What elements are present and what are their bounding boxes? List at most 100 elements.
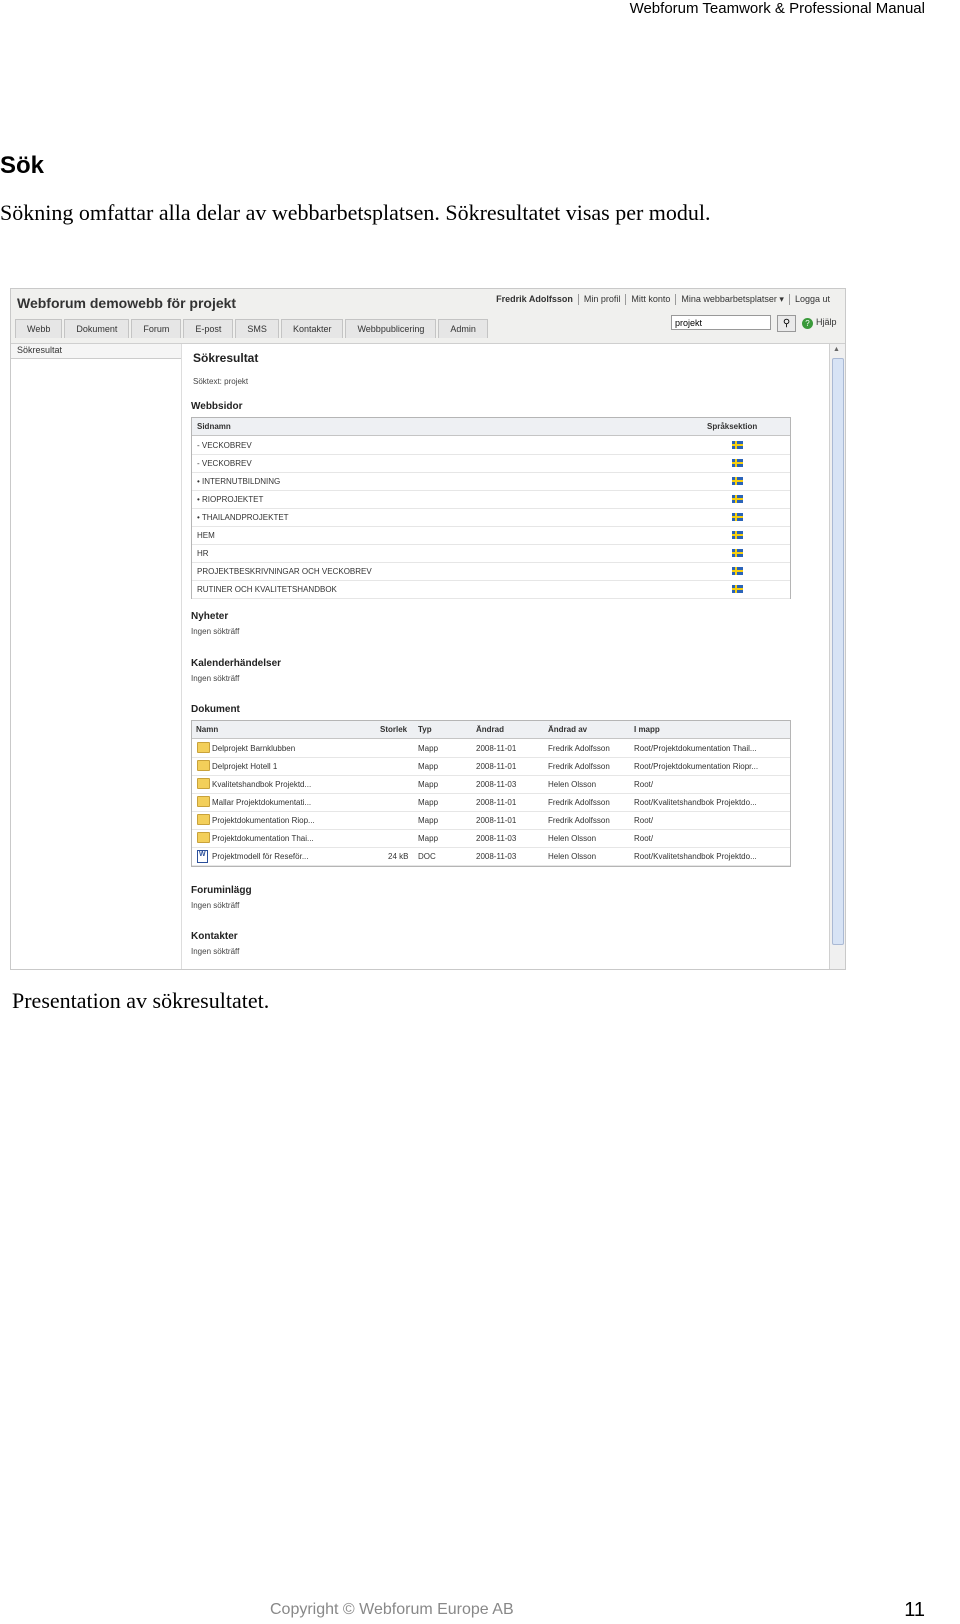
document-changed: 2008-11-01 bbox=[476, 744, 517, 753]
document-name[interactable]: Projektmodell för Reseför... bbox=[212, 852, 308, 861]
document-folder: Root/ bbox=[634, 834, 654, 843]
folder-icon bbox=[197, 814, 210, 825]
forum-note: Ingen sökträff bbox=[191, 901, 240, 910]
col-storlek[interactable]: Storlek bbox=[380, 725, 407, 734]
table-row[interactable]: Projektdokumentation Riop... Mapp 2008-11-… bbox=[192, 811, 790, 830]
left-nav-item-sokresultat[interactable]: Sökresultat bbox=[17, 345, 62, 355]
table-row[interactable]: RUTINER OCH KVALITETSHANDBOK bbox=[192, 580, 790, 599]
screenshot-window: Webforum demowebb för projekt Fredrik Ad… bbox=[10, 288, 846, 970]
col-andrad-av[interactable]: Ändrad av bbox=[548, 725, 587, 734]
col-i-mapp[interactable]: I mapp bbox=[634, 725, 660, 734]
my-account-link[interactable]: Mitt konto bbox=[625, 294, 675, 305]
col-spraksektion[interactable]: Språksektion bbox=[707, 422, 757, 431]
swedish-flag-icon bbox=[732, 459, 743, 467]
document-changed-by: Fredrik Adolfsson bbox=[548, 798, 610, 807]
scroll-up-icon[interactable]: ▲ bbox=[833, 346, 840, 353]
document-folder: Root/ bbox=[634, 816, 654, 825]
document-folder: Root/Kvalitetshandbok Projektdo... bbox=[634, 852, 757, 861]
table-row[interactable]: • THAILANDPROJEKTET bbox=[192, 508, 790, 527]
document-name[interactable]: Delprojekt Barnklubben bbox=[212, 744, 295, 753]
tab-epost[interactable]: E-post bbox=[183, 319, 234, 338]
kalender-note: Ingen sökträff bbox=[191, 674, 240, 683]
webbsidor-table: Sidnamn Språksektion - VECKOBREV - VECKOB… bbox=[191, 417, 791, 599]
tab-webb[interactable]: Webb bbox=[15, 319, 63, 338]
col-typ[interactable]: Typ bbox=[418, 725, 432, 734]
page-link[interactable]: - VECKOBREV bbox=[197, 441, 252, 450]
table-row[interactable]: Delprojekt Barnklubben Mapp 2008-11-01 Fred… bbox=[192, 739, 790, 758]
swedish-flag-icon bbox=[732, 477, 743, 485]
page-link[interactable]: HEM bbox=[197, 531, 215, 540]
page-link[interactable]: • THAILANDPROJEKTET bbox=[197, 513, 289, 522]
tab-dokument[interactable]: Dokument bbox=[64, 319, 130, 338]
user-name-link[interactable]: Fredrik Adolfsson bbox=[491, 294, 578, 305]
table-row[interactable]: PROJEKTBESKRIVNINGAR OCH VECKOBREV bbox=[192, 562, 790, 581]
table-row[interactable]: Delprojekt Hotell 1 Mapp 2008-11-01 Fredrik… bbox=[192, 757, 790, 776]
dokument-header-row: Namn Storlek Typ Ändrad Ändrad av I mapp bbox=[192, 721, 790, 739]
table-row[interactable]: Projektmodell för Reseför... 24 kB DOC 2008… bbox=[192, 847, 790, 866]
search-icon: ⚲ bbox=[782, 318, 791, 329]
document-changed-by: Fredrik Adolfsson bbox=[548, 816, 610, 825]
document-type: Mapp bbox=[418, 816, 439, 825]
document-name[interactable]: Projektdokumentation Riop... bbox=[212, 816, 315, 825]
document-changed-by: Fredrik Adolfsson bbox=[548, 744, 610, 753]
tab-sms[interactable]: SMS bbox=[235, 319, 279, 338]
vertical-scrollbar[interactable]: ▲ bbox=[829, 344, 845, 969]
page-link[interactable]: RUTINER OCH KVALITETSHANDBOK bbox=[197, 585, 337, 594]
my-workspaces-dropdown[interactable]: Mina webbarbetsplatser ▾ bbox=[675, 294, 789, 305]
table-row[interactable]: • INTERNUTBILDNING bbox=[192, 472, 790, 491]
tab-admin[interactable]: Admin bbox=[438, 319, 488, 338]
document-changed-by: Fredrik Adolfsson bbox=[548, 762, 610, 771]
figure-caption: Presentation av sökresultatet. bbox=[12, 988, 270, 1013]
tab-webbpublicering[interactable]: Webbpublicering bbox=[345, 319, 437, 338]
page-link[interactable]: • RIOPROJEKTET bbox=[197, 495, 263, 504]
document-folder: Root/Projektdokumentation Thail... bbox=[634, 744, 757, 753]
app-title: Webforum demowebb för projekt bbox=[17, 295, 237, 311]
main-tabs: Webb Dokument Forum E-post SMS Kontakter… bbox=[15, 319, 490, 338]
table-row[interactable]: Kvalitetshandbok Projektd... Mapp 2008-11-… bbox=[192, 775, 790, 794]
col-namn[interactable]: Namn bbox=[196, 725, 218, 734]
kontakter-note: Ingen sökträff bbox=[191, 947, 240, 956]
document-name[interactable]: Projektdokumentation Thai... bbox=[212, 834, 314, 843]
tab-forum[interactable]: Forum bbox=[131, 319, 182, 338]
top-bar: Webforum demowebb för projekt Fredrik Ad… bbox=[11, 289, 845, 344]
logout-link[interactable]: Logga ut bbox=[788, 294, 835, 305]
help-icon[interactable]: ? bbox=[802, 318, 813, 329]
folder-icon bbox=[197, 778, 210, 789]
table-row[interactable]: Projektdokumentation Thai... Mapp 2008-11-… bbox=[192, 829, 790, 848]
help-link[interactable]: Hjälp bbox=[816, 317, 837, 327]
search-input[interactable]: projekt bbox=[671, 315, 771, 330]
document-name[interactable]: Delprojekt Hotell 1 bbox=[212, 762, 277, 771]
scrollbar-thumb[interactable] bbox=[832, 358, 844, 945]
table-row[interactable]: - VECKOBREV bbox=[192, 436, 790, 455]
document-changed: 2008-11-03 bbox=[476, 780, 517, 789]
col-sidnamn[interactable]: Sidnamn bbox=[197, 422, 231, 431]
col-andrad[interactable]: Ändrad bbox=[476, 725, 504, 734]
document-folder: Root/Projektdokumentation Riopr... bbox=[634, 762, 759, 771]
page-link[interactable]: • INTERNUTBILDNING bbox=[197, 477, 280, 486]
nyheter-note: Ingen sökträff bbox=[191, 627, 240, 636]
page-link[interactable]: PROJEKTBESKRIVNINGAR OCH VECKOBREV bbox=[197, 567, 372, 576]
document-header: Webforum Teamwork & Professional Manual bbox=[629, 0, 925, 17]
forum-heading: Foruminlägg bbox=[191, 885, 252, 896]
page-number: 11 bbox=[904, 1599, 925, 1621]
kalender-heading: Kalenderhändelser bbox=[191, 658, 282, 669]
page-link[interactable]: - VECKOBREV bbox=[197, 459, 252, 468]
folder-icon bbox=[197, 742, 210, 753]
table-row[interactable]: - VECKOBREV bbox=[192, 454, 790, 473]
swedish-flag-icon bbox=[732, 495, 743, 503]
search-button[interactable]: ⚲ bbox=[777, 315, 796, 332]
table-row[interactable]: Mallar Projektdokumentati... Mapp 2008-11-… bbox=[192, 793, 790, 812]
page-link[interactable]: HR bbox=[197, 549, 209, 558]
my-profile-link[interactable]: Min profil bbox=[577, 294, 626, 305]
document-name[interactable]: Kvalitetshandbok Projektd... bbox=[212, 780, 311, 789]
table-row[interactable]: • RIOPROJEKTET bbox=[192, 490, 790, 509]
document-type: Mapp bbox=[418, 834, 439, 843]
document-name[interactable]: Mallar Projektdokumentati... bbox=[212, 798, 311, 807]
table-row[interactable]: HR bbox=[192, 544, 790, 563]
folder-icon bbox=[197, 796, 210, 807]
table-row[interactable]: HEM bbox=[192, 526, 790, 545]
copyright-footer: Copyright © Webforum Europe AB bbox=[270, 1601, 514, 1618]
results-title: Sökresultat bbox=[193, 351, 259, 365]
tab-kontakter[interactable]: Kontakter bbox=[280, 319, 344, 338]
document-type: Mapp bbox=[418, 762, 439, 771]
